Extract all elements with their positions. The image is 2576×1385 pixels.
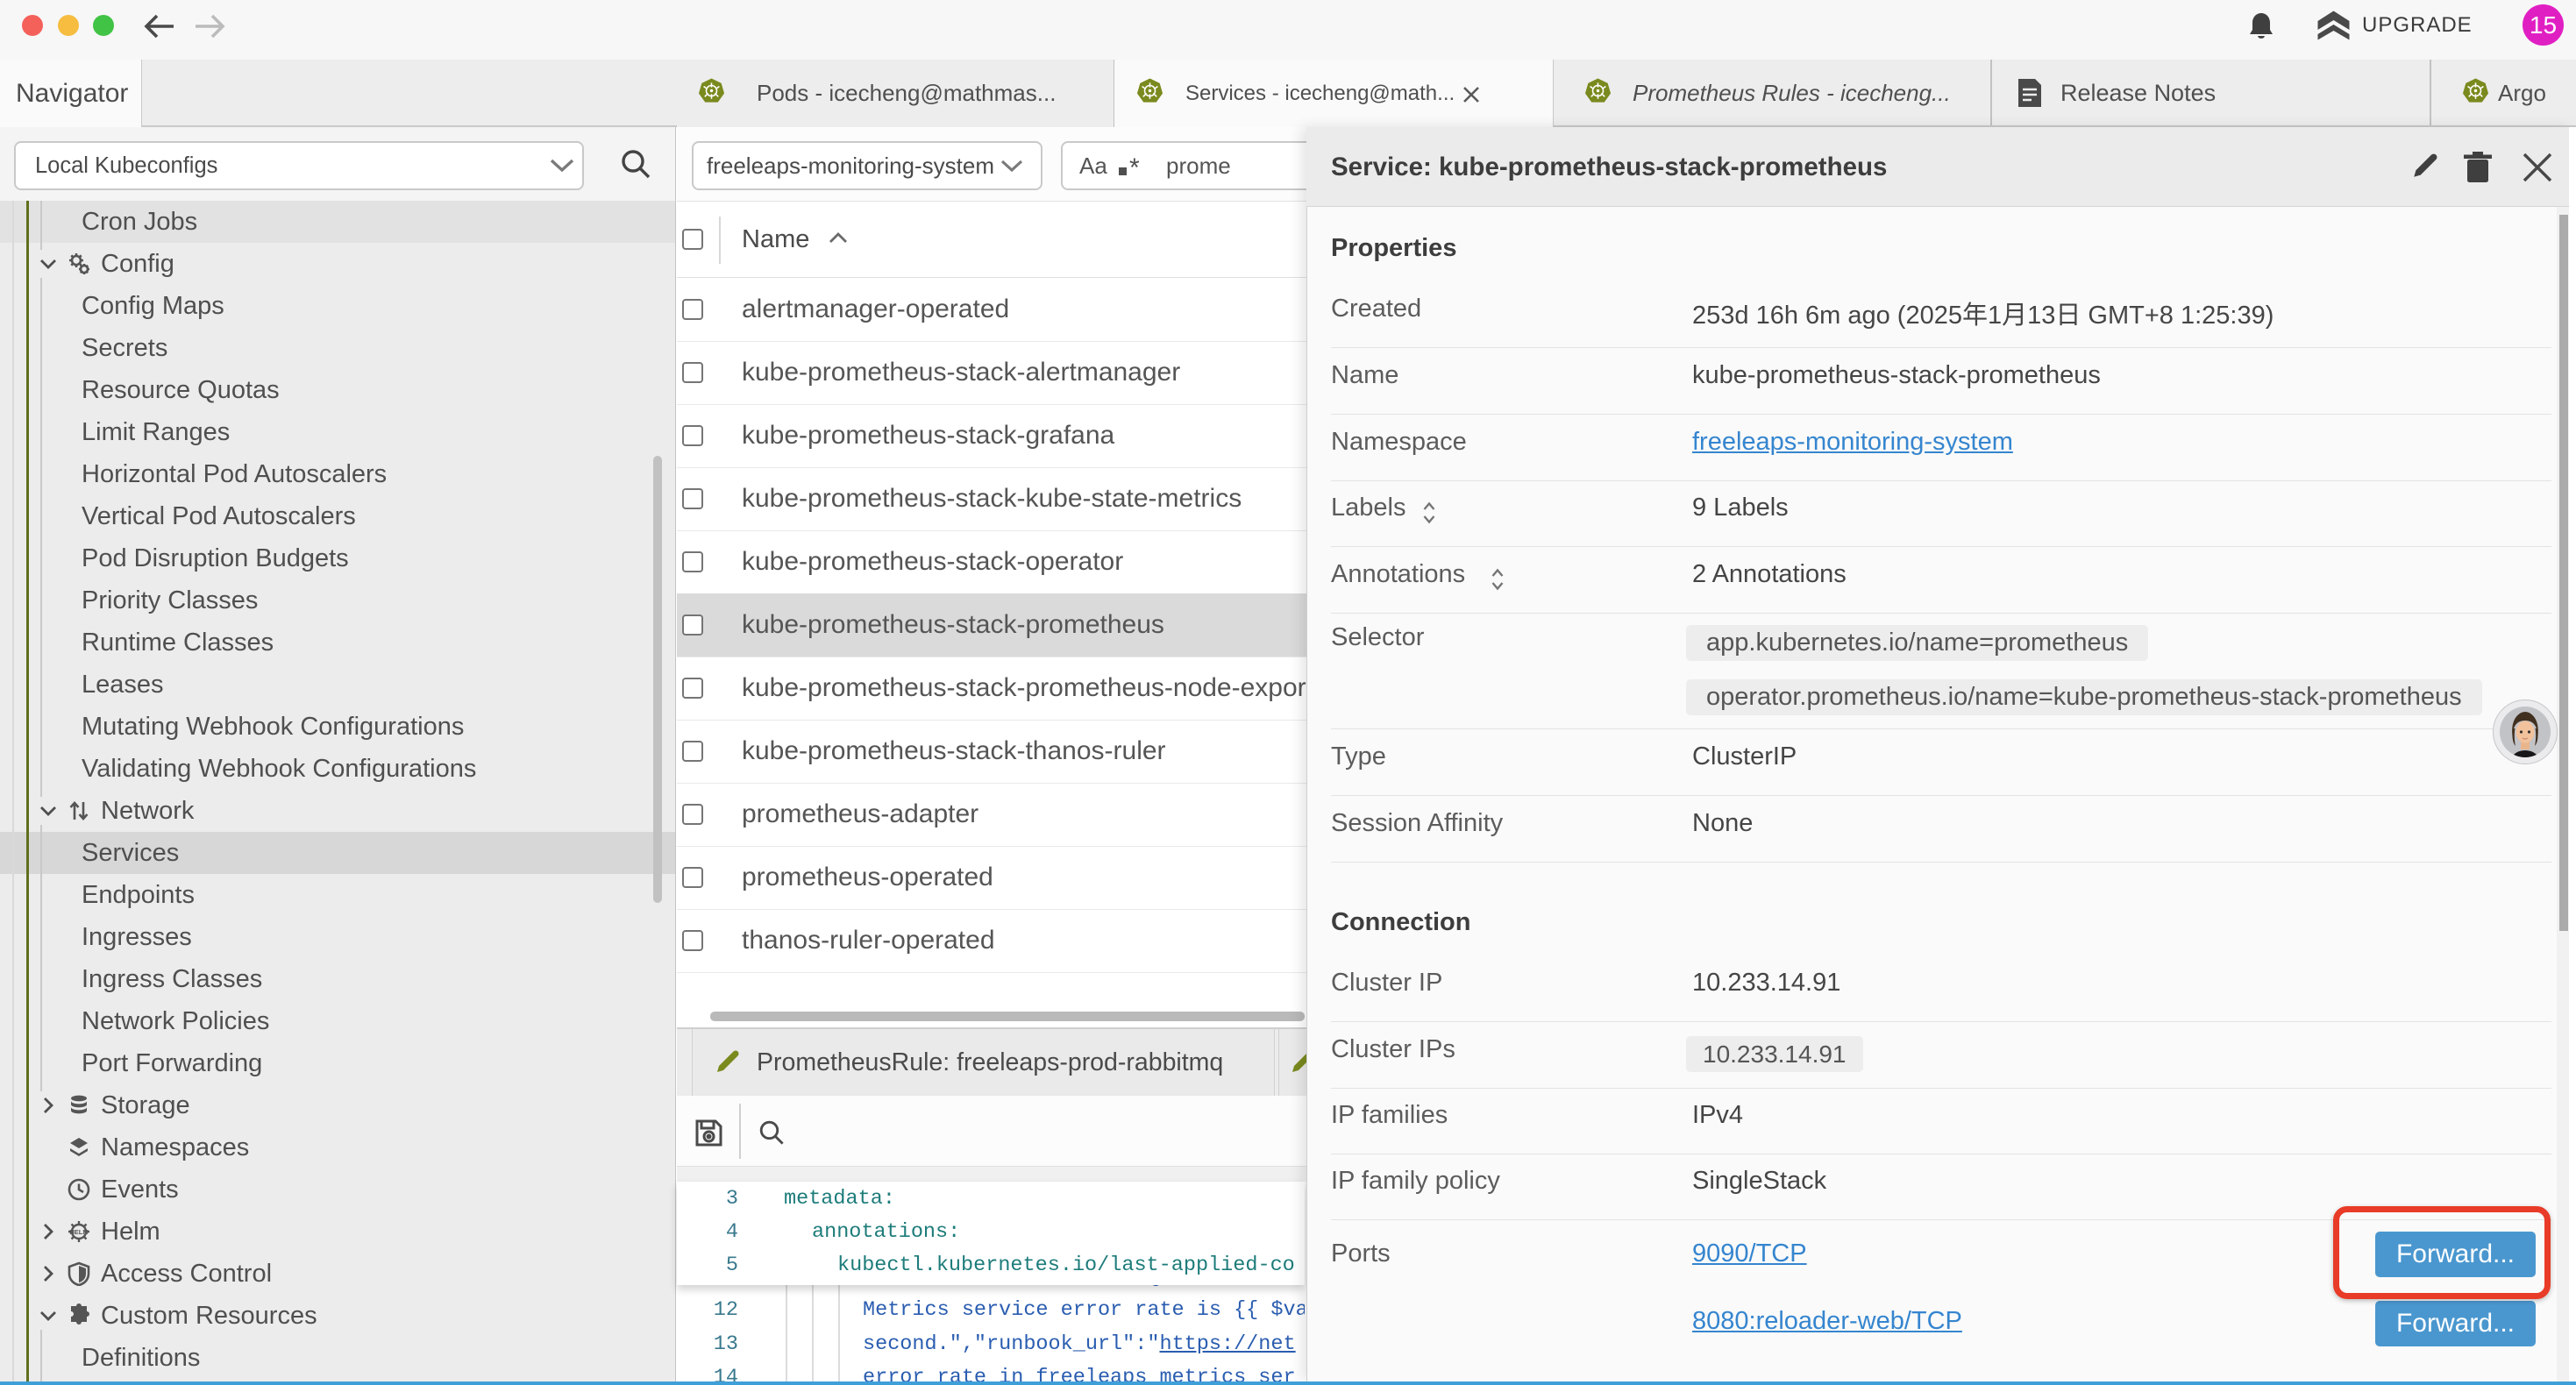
svg-text:*: * (1129, 153, 1140, 180)
svg-text:HELM: HELM (69, 1228, 88, 1236)
